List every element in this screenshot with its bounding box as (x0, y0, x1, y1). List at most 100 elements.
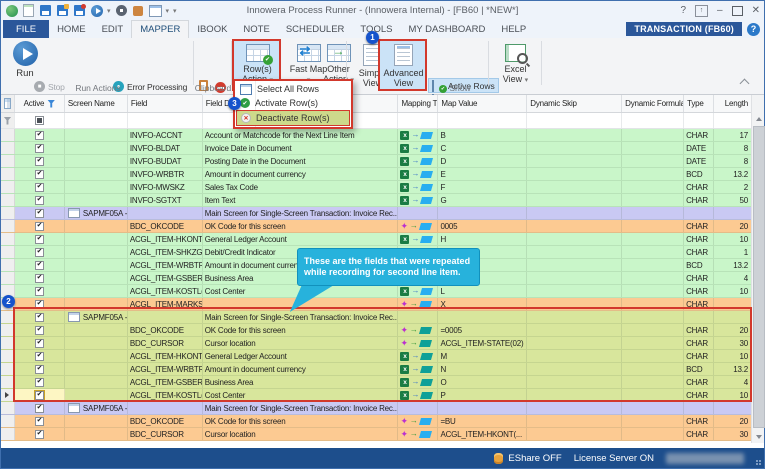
grid-corner-cell[interactable] (1, 95, 15, 112)
new-document-icon[interactable] (22, 4, 35, 17)
field-description-cell[interactable]: Account or Matchcode for the Next Line I… (203, 129, 399, 141)
dynamic-skip-cell[interactable] (527, 129, 622, 141)
length-cell[interactable]: 1 (714, 246, 752, 258)
screen-name-cell[interactable] (65, 142, 128, 154)
map-value-cell[interactable]: P (438, 389, 527, 401)
grid-section-row[interactable]: ✔ SAPMF05A - 1... Main Screen for Single… (1, 311, 752, 324)
active-checkbox[interactable]: ✔ (35, 339, 44, 348)
length-cell[interactable]: 10 (714, 285, 752, 297)
length-cell[interactable]: 2 (714, 181, 752, 193)
type-cell[interactable]: CHAR (684, 285, 714, 297)
dynamic-formula-cell[interactable] (622, 298, 684, 310)
dynamic-skip-cell[interactable] (527, 350, 622, 362)
map-value-cell[interactable]: M (438, 350, 527, 362)
column-header-dynamic-formula[interactable]: Dynamic Formula (622, 95, 684, 112)
type-cell[interactable]: CHAR (684, 298, 714, 310)
type-cell[interactable]: CHAR (684, 272, 714, 284)
active-cell[interactable]: ✔ (15, 155, 65, 167)
field-description-cell[interactable]: Item Text (203, 194, 399, 206)
dynamic-skip-cell[interactable] (527, 363, 622, 375)
map-value-cell[interactable]: X (438, 298, 527, 310)
mapping-type-cell[interactable]: x→ (398, 389, 438, 401)
tab-home[interactable]: HOME (49, 20, 94, 38)
active-cell[interactable]: ✔ (15, 298, 65, 310)
screen-name-cell[interactable]: SAPMF05A - 1... (65, 311, 128, 323)
grid-row[interactable]: ✔ INVFO-ACCNT Account or Matchcode for t… (1, 129, 752, 142)
field-cell[interactable]: ACGL_ITEM-WRBTR(02) (128, 259, 203, 271)
stop-button[interactable]: ■Stop (34, 80, 65, 93)
dynamic-skip-cell[interactable] (527, 246, 622, 258)
maximize-button[interactable] (732, 6, 743, 16)
save-icon[interactable] (39, 4, 52, 17)
dynamic-formula-cell[interactable] (622, 194, 684, 206)
screen-name-cell[interactable]: SAPMF05A - 1... (65, 402, 128, 414)
field-cell[interactable]: ACGL_ITEM-GSBER(02) (128, 272, 203, 284)
grid-row[interactable]: ✔ ACGL_ITEM-HKONT(02) General Ledger Acc… (1, 350, 752, 363)
filter-cell[interactable] (65, 113, 128, 128)
dynamic-skip-cell[interactable] (527, 337, 622, 349)
field-description-cell[interactable]: Cost Center (203, 389, 399, 401)
tab-my-dashboard[interactable]: MY DASHBOARD (400, 20, 493, 38)
dynamic-skip-cell[interactable] (527, 402, 622, 414)
active-filter-checkbox[interactable] (35, 116, 44, 125)
active-cell[interactable]: ✔ (15, 142, 65, 154)
field-description-cell[interactable]: Cursor location (203, 428, 399, 440)
screen-name-cell[interactable] (65, 428, 128, 440)
type-cell[interactable]: CHAR (684, 233, 714, 245)
screen-name-cell[interactable] (65, 350, 128, 362)
field-cell[interactable]: ACGL_ITEM-GSBER(02) (128, 376, 203, 388)
dynamic-skip-cell[interactable] (527, 233, 622, 245)
length-cell[interactable] (714, 311, 752, 323)
window-layout-icon[interactable] (149, 4, 162, 17)
field-cell[interactable]: ACGL_ITEM-SHKZG(02) (128, 246, 203, 258)
field-cell[interactable]: ACGL_ITEM-HKONT(02) (128, 350, 203, 362)
type-cell[interactable] (684, 311, 714, 323)
mapping-type-cell[interactable]: x→ (398, 155, 438, 167)
field-description-cell[interactable]: OK Code for this screen (203, 415, 399, 427)
active-cell[interactable]: ✔ (15, 194, 65, 206)
dynamic-formula-cell[interactable] (622, 363, 684, 375)
active-cell[interactable]: ✔ (15, 168, 65, 180)
filter-cell[interactable] (527, 113, 622, 128)
type-cell[interactable]: CHAR (684, 389, 714, 401)
dynamic-skip-cell[interactable] (527, 207, 622, 219)
dynamic-skip-cell[interactable] (527, 220, 622, 232)
type-cell[interactable]: BCD (684, 259, 714, 271)
length-cell[interactable]: 20 (714, 220, 752, 232)
dynamic-formula-cell[interactable] (622, 376, 684, 388)
mapping-type-cell[interactable]: ✦→ (398, 324, 438, 336)
type-cell[interactable]: CHAR (684, 428, 714, 440)
active-checkbox[interactable]: ✔ (35, 183, 44, 192)
field-cell[interactable]: ACGL_ITEM-KOSTL(02) (128, 285, 203, 297)
menu-item-deactivate-row-s-[interactable]: ✕Deactivate Row(s) (236, 110, 350, 126)
active-cell[interactable]: ✔ (15, 285, 65, 297)
map-value-cell[interactable]: O (438, 376, 527, 388)
grid-row[interactable]: ✔ INVFO-SGTXT Item Text x→ G CHAR 50 (1, 194, 752, 207)
menu-item-select-all-rows[interactable]: Select All Rows (236, 82, 350, 96)
active-cell[interactable]: ✔ (15, 389, 65, 401)
dynamic-formula-cell[interactable] (622, 207, 684, 219)
map-value-cell[interactable]: E (438, 168, 527, 180)
scroll-up-icon[interactable] (752, 112, 765, 125)
length-cell[interactable] (714, 298, 752, 310)
dynamic-skip-cell[interactable] (527, 155, 622, 167)
screen-name-cell[interactable] (65, 181, 128, 193)
tab-file[interactable]: FILE (3, 20, 49, 38)
minimize-button[interactable]: – (717, 5, 723, 16)
length-cell[interactable] (714, 207, 752, 219)
screen-name-cell[interactable] (65, 246, 128, 258)
dynamic-formula-cell[interactable] (622, 285, 684, 297)
active-cell[interactable]: ✔ (15, 311, 65, 323)
length-cell[interactable]: 10 (714, 233, 752, 245)
active-checkbox[interactable]: ✔ (35, 391, 44, 400)
field-cell[interactable]: BDC_CURSOR (128, 337, 203, 349)
active-checkbox[interactable]: ✔ (35, 144, 44, 153)
type-cell[interactable] (684, 402, 714, 414)
map-value-cell[interactable]: 0005 (438, 220, 527, 232)
collapse-ribbon-icon[interactable] (740, 79, 750, 89)
dynamic-skip-cell[interactable] (527, 285, 622, 297)
filter-cell[interactable] (714, 113, 752, 128)
active-checkbox[interactable]: ✔ (35, 430, 44, 439)
map-value-cell[interactable]: B (438, 129, 527, 141)
filter-cell[interactable] (128, 113, 203, 128)
